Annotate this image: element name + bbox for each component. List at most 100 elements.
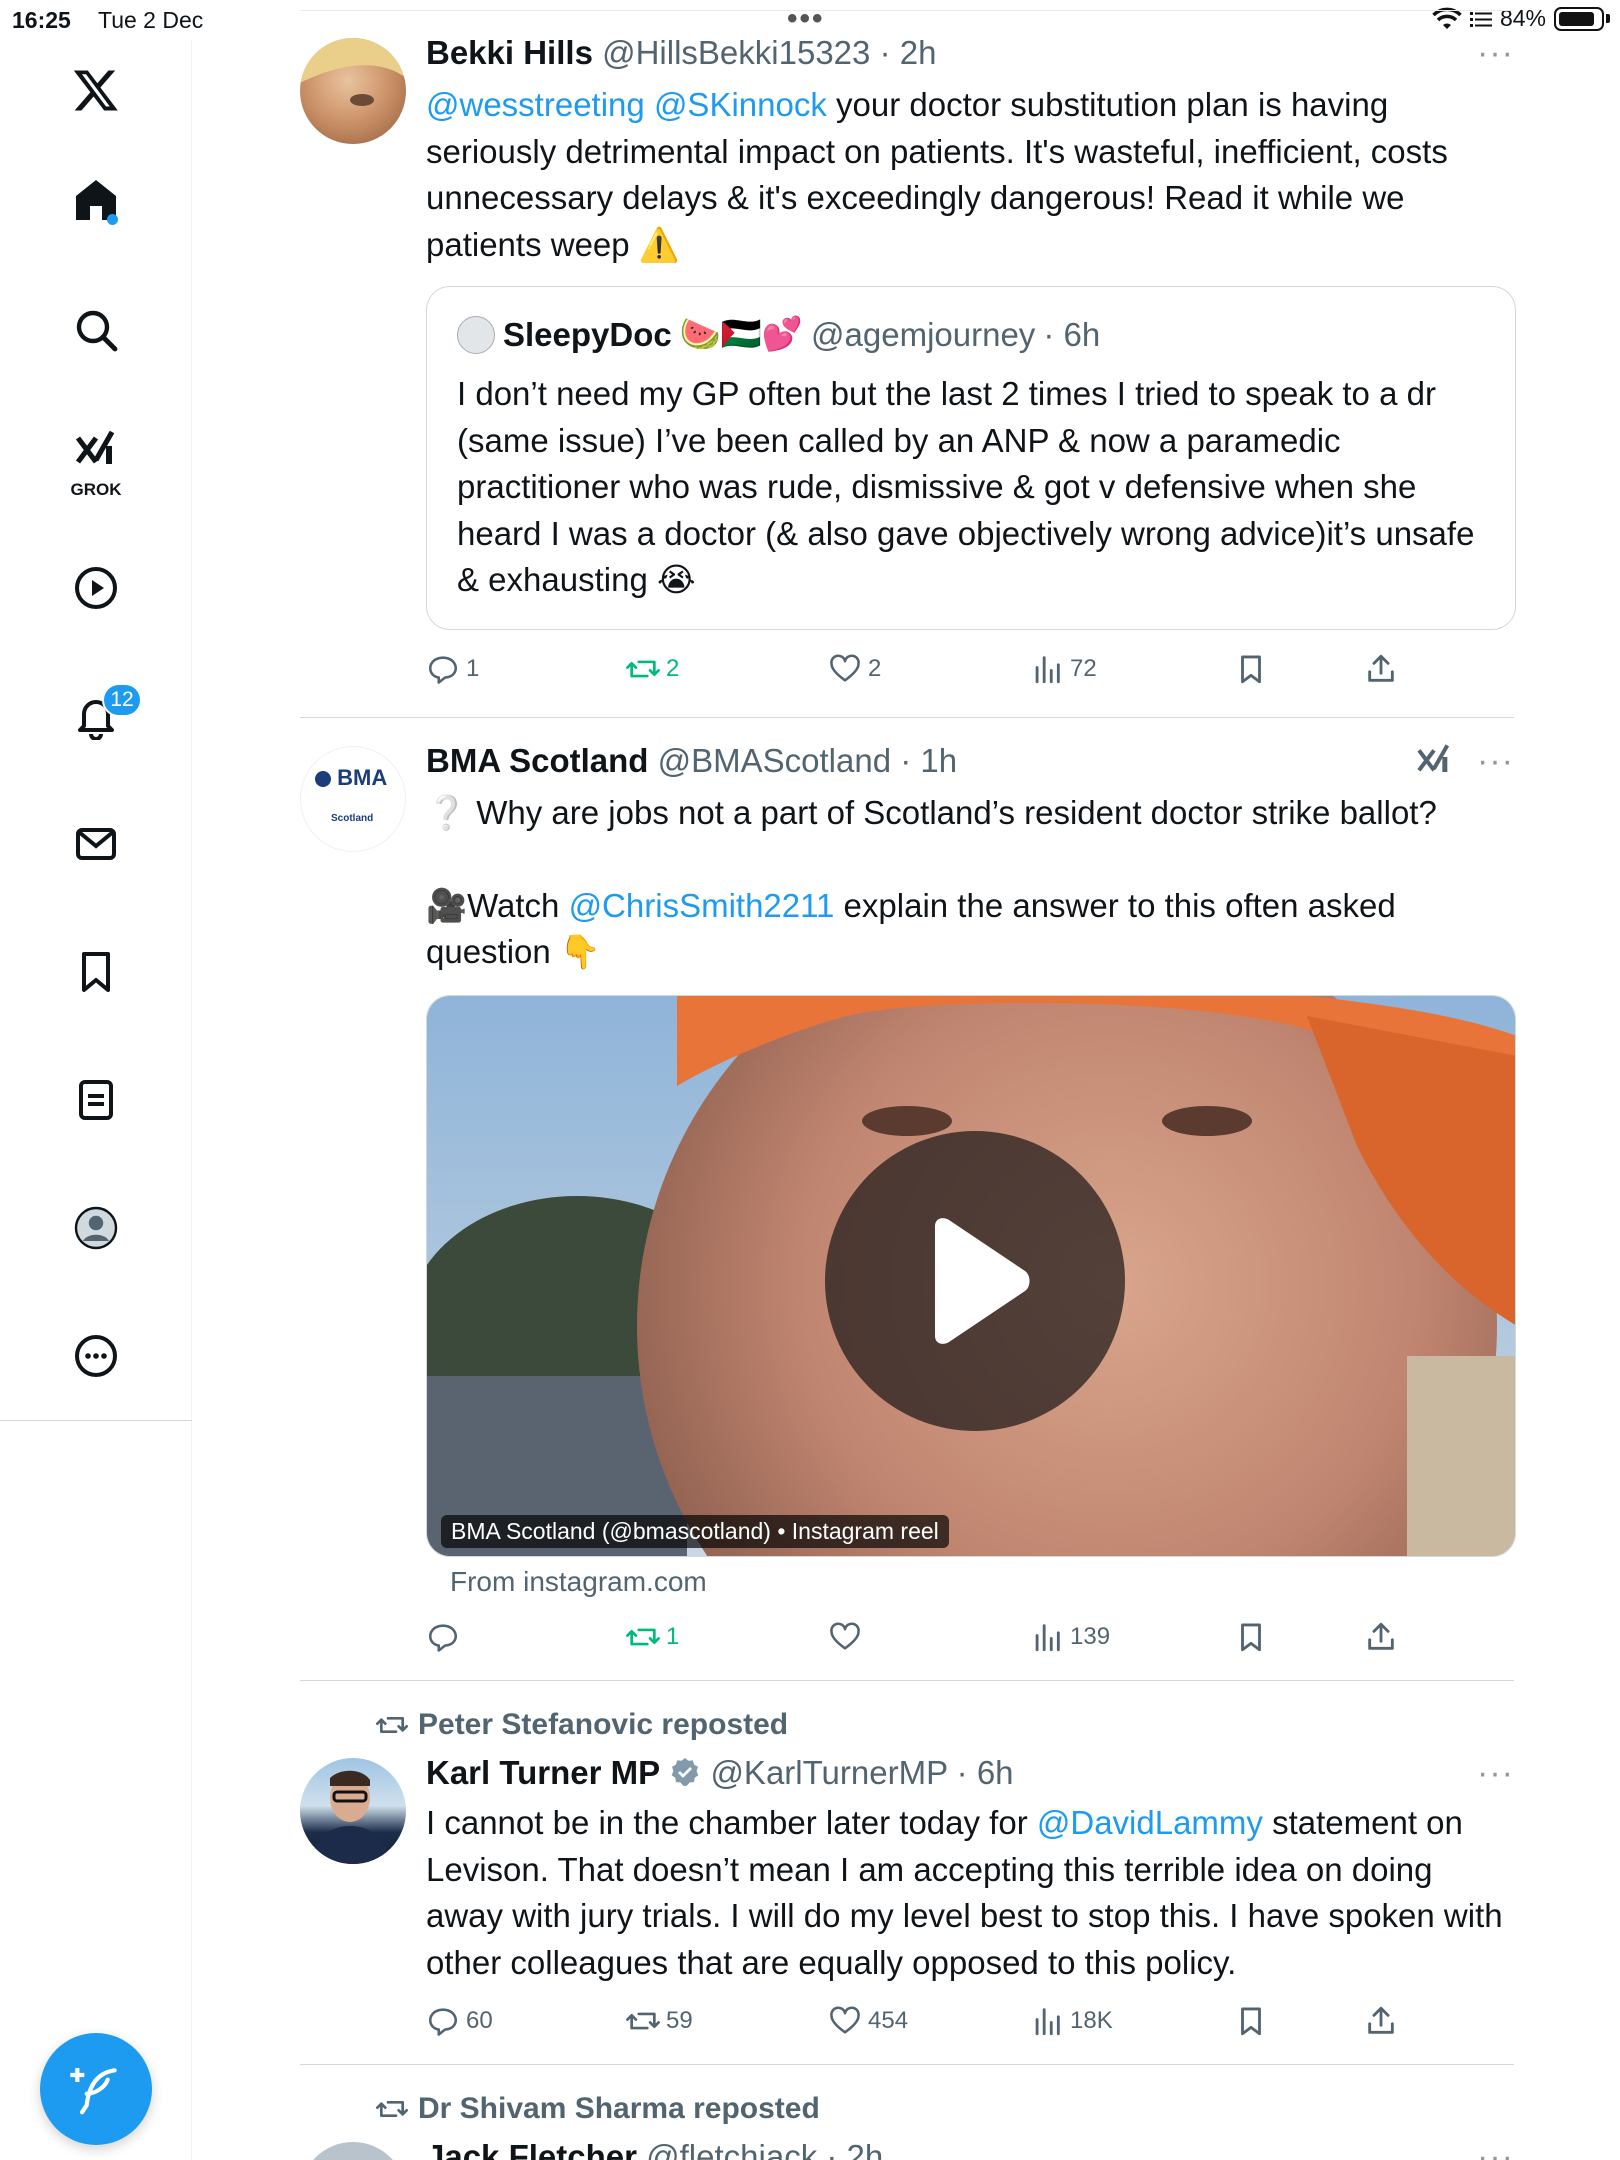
views-icon <box>1035 1624 1060 1652</box>
grok-explain-icon[interactable] <box>1414 742 1454 787</box>
quoted-post[interactable]: SleepyDoc 🍉🇵🇸💕 @agemjourney · 6h I don’t… <box>426 286 1516 630</box>
reply-button[interactable]: 60 <box>426 2004 493 2038</box>
home-icon[interactable] <box>56 160 136 240</box>
mention-link[interactable]: @ChrisSmith2211 <box>569 887 835 924</box>
play-button[interactable] <box>825 1131 1125 1431</box>
author-name[interactable]: Jack Fletcher <box>426 2138 637 2160</box>
reply-icon <box>428 656 458 684</box>
post-actions: 1 2 2 72 <box>426 652 1516 696</box>
share-button[interactable] <box>1364 2004 1398 2038</box>
post-divider <box>300 717 1514 718</box>
avatar[interactable] <box>300 2142 406 2160</box>
views-button[interactable]: 18K <box>1030 2004 1113 2038</box>
repost-button[interactable]: 1 <box>626 1620 679 1654</box>
post-more-icon[interactable]: ··· <box>1477 34 1514 73</box>
multitasking-dots-icon[interactable]: ••• <box>787 2 825 36</box>
author-name[interactable]: Bekki Hills <box>426 34 593 71</box>
share-button[interactable] <box>1364 1620 1398 1654</box>
repost-count: 59 <box>666 2007 693 2034</box>
reply-icon <box>428 2008 458 2036</box>
video-media[interactable]: BMA Scotland (@bmascotland) • Instagram … <box>426 995 1516 1557</box>
repost-icon <box>626 2012 660 2030</box>
post-more-icon[interactable]: ··· <box>1477 742 1514 781</box>
post-header: Bekki Hills @HillsBekki15323 · 2h <box>426 34 936 72</box>
profile-icon[interactable] <box>56 1188 136 1268</box>
video-play-icon[interactable] <box>56 548 136 628</box>
search-icon[interactable] <box>56 290 136 370</box>
messages-icon[interactable] <box>56 804 136 884</box>
media-source[interactable]: From instagram.com <box>450 1566 707 1598</box>
heart-icon <box>830 2006 860 2034</box>
avatar-text: BMA <box>337 765 388 790</box>
quote-avatar <box>457 315 495 354</box>
avatar-subtext: Scotland <box>331 813 374 824</box>
repost-icon <box>376 2101 408 2117</box>
post-divider <box>300 2064 1514 2065</box>
author-handle[interactable]: @HillsBekki15323 <box>602 34 870 71</box>
compose-post-button[interactable] <box>40 2033 152 2145</box>
bookmark-button[interactable] <box>1234 1620 1268 1654</box>
more-options-icon[interactable] <box>56 1316 136 1396</box>
bookmark-icon <box>1241 1623 1261 1652</box>
post-more-icon[interactable]: ··· <box>1477 1754 1514 1793</box>
post-time[interactable]: · 6h <box>957 1754 1014 1791</box>
post-text-prefix: I cannot be in the chamber later today f… <box>426 1804 1037 1841</box>
quote-author-emojis: 🍉🇵🇸💕 <box>679 315 804 352</box>
quote-time: · 6h <box>1043 315 1101 353</box>
repost-button[interactable]: 2 <box>626 652 679 686</box>
author-name[interactable]: Karl Turner MP <box>426 1754 660 1791</box>
mention-link[interactable]: @SKinnock <box>654 86 827 123</box>
bookmark-button[interactable] <box>1234 2004 1268 2038</box>
like-button[interactable] <box>828 1620 868 1654</box>
repost-context-text[interactable]: Peter Stefanovic reposted <box>418 1708 788 1742</box>
reply-button[interactable]: 1 <box>426 652 479 686</box>
bookmark-icon <box>1241 655 1261 684</box>
share-icon <box>1368 2006 1394 2034</box>
mention-link[interactable]: @DavidLammy <box>1037 1804 1263 1841</box>
compose-feather-icon <box>70 2068 117 2115</box>
post-more-icon[interactable]: ··· <box>1477 2138 1514 2160</box>
share-icon <box>1368 1622 1394 1650</box>
quote-author-handle: @agemjourney <box>811 315 1036 353</box>
reply-count: 1 <box>466 655 480 682</box>
post-time[interactable]: · 2h <box>880 34 937 71</box>
like-button[interactable]: 454 <box>828 2004 908 2038</box>
author-handle[interactable]: @fletchjack <box>646 2138 817 2160</box>
x-logo-icon[interactable] <box>56 50 136 130</box>
bookmarks-icon[interactable] <box>56 932 136 1012</box>
repost-icon <box>376 1717 408 1733</box>
avatar[interactable] <box>300 38 406 144</box>
author-name[interactable]: BMA Scotland <box>426 742 648 779</box>
media-caption: BMA Scotland (@bmascotland) • Instagram … <box>441 1515 949 1548</box>
post-text: ❔ Why are jobs not a part of Scotland’s … <box>426 790 1516 976</box>
reply-button[interactable] <box>426 1620 466 1654</box>
post-header: Jack Fletcher @fletchjack · 2h <box>426 2138 883 2160</box>
like-button[interactable]: 2 <box>828 652 881 686</box>
views-button[interactable]: 139 <box>1030 1620 1110 1654</box>
repost-context-text[interactable]: Dr Shivam Sharma reposted <box>418 2092 820 2126</box>
like-count: 454 <box>868 2007 909 2034</box>
repost-button[interactable]: 59 <box>626 2004 693 2038</box>
post-time[interactable]: · 2h <box>826 2138 883 2160</box>
view-count: 139 <box>1070 1623 1111 1650</box>
post-text: @wesstreeting @SKinnock your doctor subs… <box>426 82 1516 268</box>
view-count: 18K <box>1070 2007 1113 2034</box>
share-button[interactable] <box>1364 652 1398 686</box>
author-handle[interactable]: @KarlTurnerMP <box>710 1754 947 1791</box>
like-count: 2 <box>868 655 882 682</box>
repost-icon <box>626 660 660 678</box>
post-time[interactable]: · 1h <box>900 742 957 779</box>
globe-icon <box>315 771 331 788</box>
avatar[interactable] <box>300 1758 406 1864</box>
verified-badge-icon <box>671 1758 699 1786</box>
list-icon <box>1469 11 1492 27</box>
lists-icon[interactable] <box>56 1060 136 1140</box>
avatar[interactable]: BMA Scotland <box>300 746 406 852</box>
post-line-1: ❔ Why are jobs not a part of Scotland’s … <box>426 794 1437 831</box>
bookmark-button[interactable] <box>1234 652 1268 686</box>
author-handle[interactable]: @BMAScotland <box>658 742 891 779</box>
repost-count: 2 <box>666 655 680 682</box>
mention-link[interactable]: @wesstreeting <box>426 86 645 123</box>
views-button[interactable]: 72 <box>1030 652 1097 686</box>
